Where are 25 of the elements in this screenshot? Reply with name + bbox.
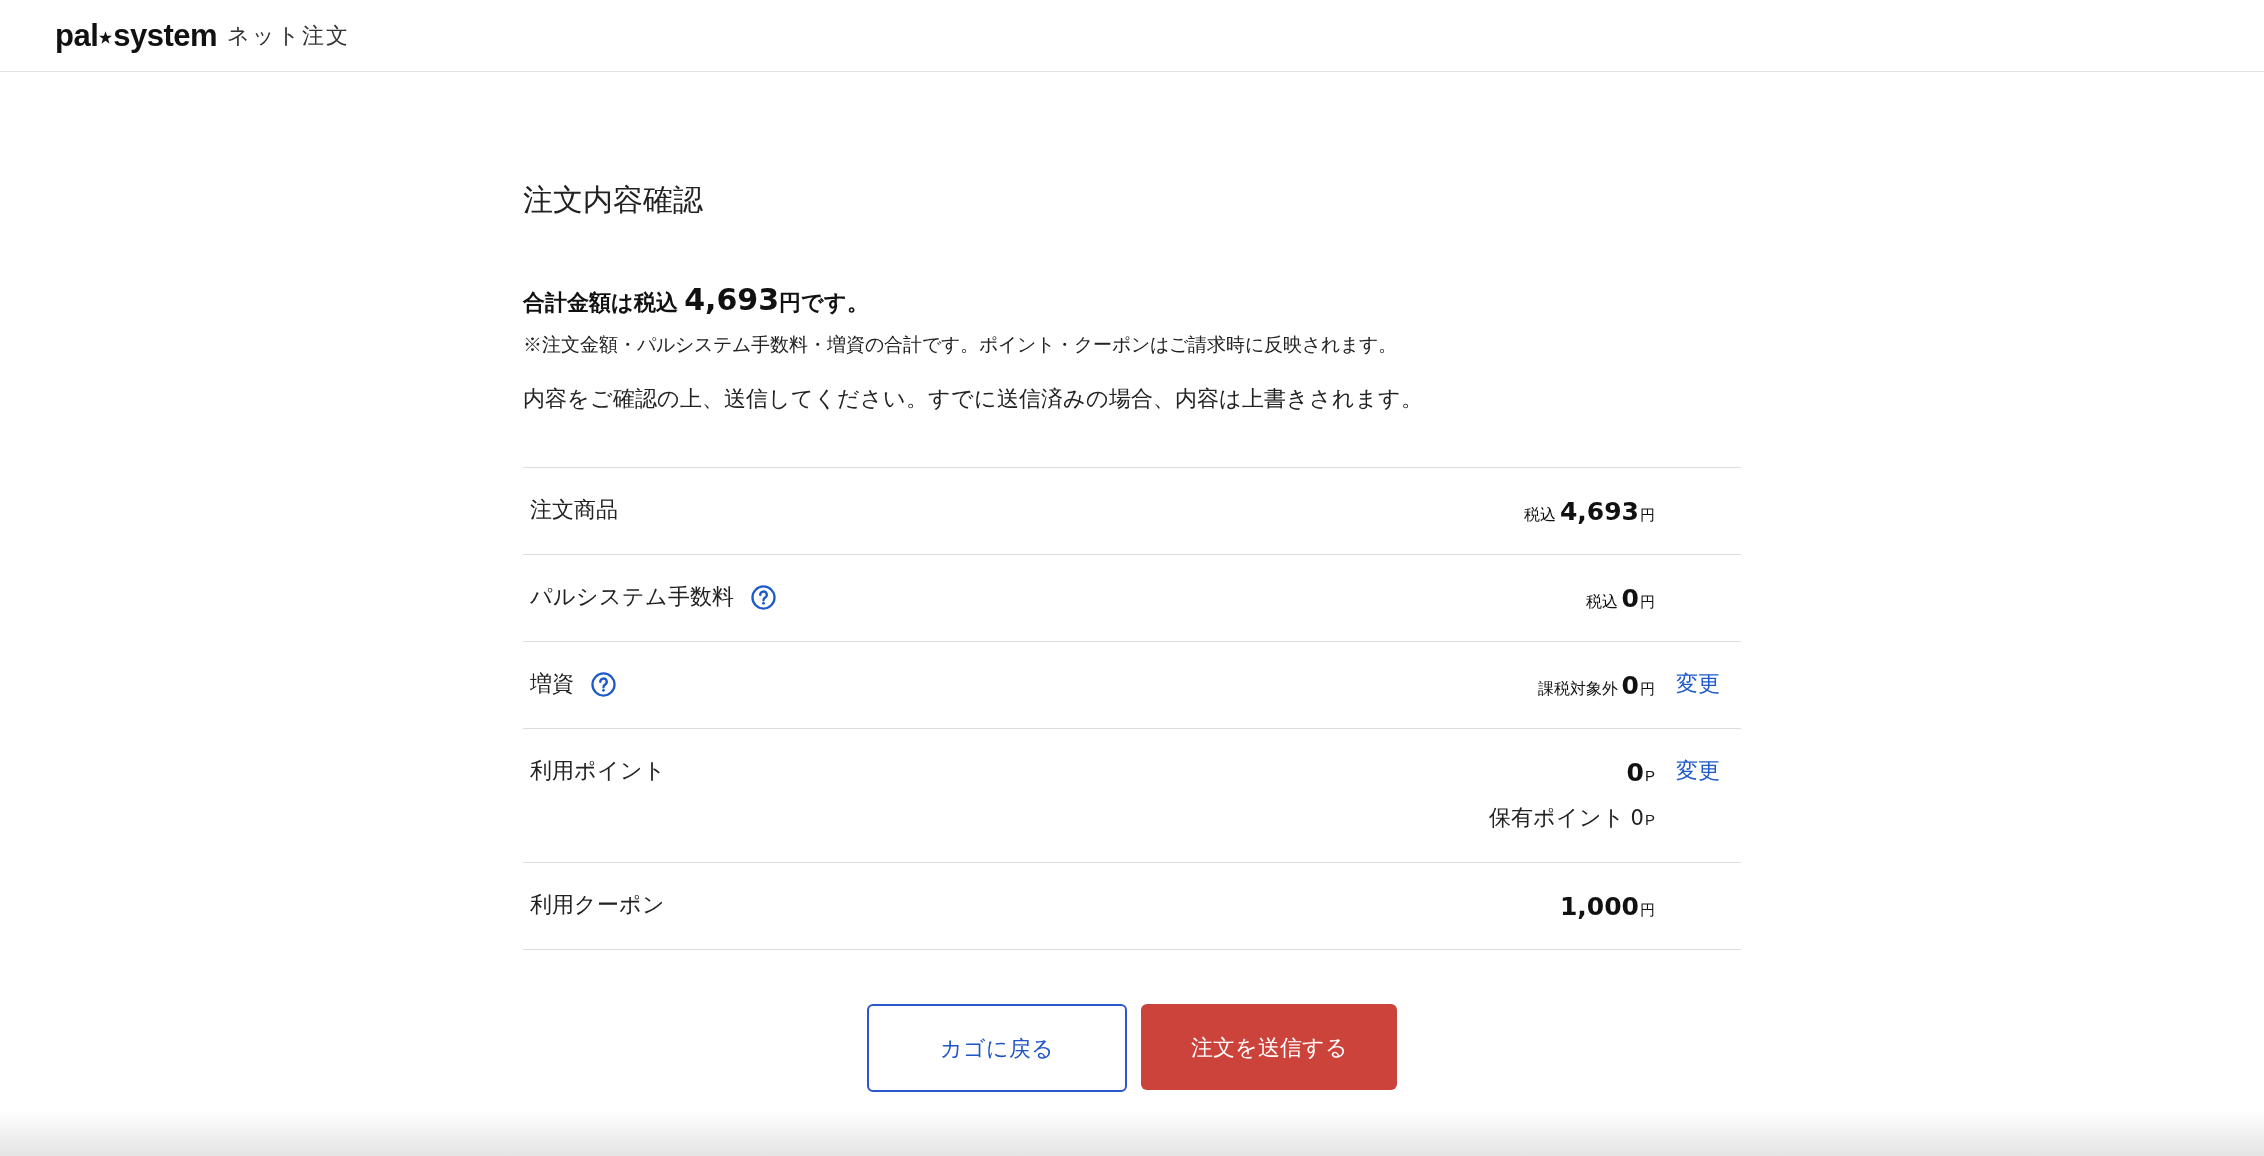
price-text: 税込 4,693 円	[1523, 496, 1655, 525]
help-icon[interactable]	[751, 584, 776, 610]
star-icon	[99, 31, 113, 44]
logo-text: system	[113, 20, 218, 51]
row-label: パルシステム手数料	[530, 583, 734, 611]
change-link[interactable]: 変更	[1676, 756, 1720, 786]
row-label: 増資	[530, 670, 574, 698]
note-text: ※注文金額・パルシステム手数料・増資の合計です。ポイント・クーポンはご請求時に反映されます。	[523, 333, 1397, 357]
points-balance-text: 保有ポイント 0P	[1488, 804, 1655, 832]
instruction-text: 内容をご確認の上、送信してください。すでに送信済みの場合、内容は上書きされます。	[523, 385, 1423, 413]
submit-order-button[interactable]: 注文を送信する	[1141, 1004, 1397, 1090]
page-title: 注文内容確認	[523, 182, 703, 218]
price-text: 1,000円	[1558, 891, 1655, 920]
back-to-cart-button[interactable]: カゴに戻る	[867, 1004, 1127, 1092]
price-text: 課税対象外 0円	[1537, 670, 1655, 699]
total-amount-text: 合計金額は税込 4,693円です。	[523, 281, 870, 319]
help-icon[interactable]	[591, 671, 616, 697]
row-label: 利用クーポン	[530, 891, 665, 919]
row-label: 注文商品	[530, 496, 618, 524]
price-text: 0P	[1625, 757, 1655, 786]
row-label: 利用ポイント	[530, 757, 666, 785]
service-name: ネット注文	[227, 24, 351, 47]
logo-text: pal	[55, 20, 99, 51]
change-link[interactable]: 変更	[1676, 669, 1720, 699]
price-text: 税込 0円	[1585, 583, 1655, 612]
